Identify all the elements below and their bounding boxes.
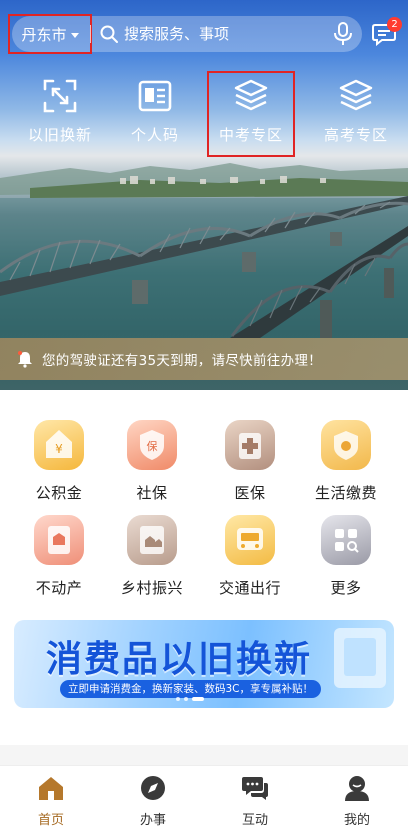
carousel-dot-active [192,697,204,701]
tab-profile[interactable]: 我的 [306,774,408,828]
highlight-box [207,71,295,157]
rural-revitalization-icon [127,515,177,565]
city-selector[interactable]: 丹东市 [8,14,92,54]
search-input[interactable]: 搜索服务、事项 [124,24,229,44]
housing-fund-icon: ¥ [34,420,84,470]
hero-banner: 丹东市 搜索服务、事项 2 以旧换新 个人码 中考专区 高考专区 [0,0,408,390]
service-social-security[interactable]: 保 社保 [101,420,203,503]
promo-banner[interactable]: 消费品以旧换新 立即申请消费金，换新家装、数码3C，享专属补贴！ [14,620,394,708]
bell-icon [18,351,32,368]
quick-action-label: 高考专区 [323,126,388,144]
quick-action-label: 以旧换新 [27,126,92,144]
banner-title: 消费品以旧换新 [45,639,312,680]
chat-icon [242,777,268,800]
service-label: 生活缴费 [314,484,377,502]
quick-action-label: 个人码 [130,126,179,144]
tab-services[interactable]: 办事 [102,774,204,828]
more-grid-icon [321,515,371,565]
service-medical-insurance[interactable]: 医保 [199,420,301,503]
city-label: 丹东市 [21,25,67,44]
service-label: 更多 [330,579,362,597]
section-gap [0,745,408,765]
service-more[interactable]: 更多 [295,515,397,598]
quick-action-personal-code[interactable]: 个人码 [105,78,205,145]
social-security-icon: 保 [127,420,177,470]
service-label: 不动产 [35,579,83,597]
service-transport[interactable]: 交通出行 [199,515,301,598]
compass-icon [141,776,165,800]
tab-label: 我的 [343,813,370,828]
service-real-estate[interactable]: 不动产 [8,515,110,598]
stack-layers-icon [339,79,373,111]
notice-bar[interactable]: 您的驾驶证还有35天到期，请尽快前往办理！ [0,338,408,380]
bottom-tab-bar: 首页 办事 互动 我的 [0,765,408,831]
medical-insurance-icon [225,420,275,470]
service-label: 社保 [136,484,168,502]
tab-home[interactable]: 首页 [0,774,102,828]
service-label: 公积金 [35,484,83,502]
search-icon [100,25,118,43]
service-bill-payment[interactable]: 生活缴费 [295,420,397,503]
tab-label: 首页 [37,813,64,828]
service-label: 交通出行 [218,579,281,597]
service-label: 医保 [234,484,266,502]
svg-text:保: 保 [147,439,158,453]
service-housing-fund[interactable]: ¥ 公积金 [8,420,110,503]
personal-code-icon [138,80,172,112]
profile-icon [345,776,369,801]
home-icon [39,777,63,800]
transport-icon [225,515,275,565]
quick-action-gaokao[interactable]: 高考专区 [306,78,406,145]
svg-text:¥: ¥ [55,442,63,456]
banner-subtitle: 立即申请消费金，换新家装、数码3C，享专属补贴！ [60,680,322,698]
tab-interaction[interactable]: 互动 [204,774,306,828]
notice-text: 您的驾驶证还有35天到期，请尽快前往办理！ [42,353,322,369]
message-badge: 2 [387,17,402,32]
carousel-dots [176,697,204,701]
carousel-dot [176,697,180,701]
scan-frame-icon [43,79,77,113]
service-label: 乡村振兴 [120,579,183,597]
bill-payment-icon [321,420,371,470]
tab-label: 办事 [139,813,166,828]
carousel-dot [184,697,188,701]
tab-label: 互动 [241,813,268,828]
service-rural-revitalization[interactable]: 乡村振兴 [101,515,203,598]
bridge-scene-image [0,163,408,338]
microphone-icon[interactable] [333,22,353,46]
quick-action-trade-in[interactable]: 以旧换新 [10,78,110,145]
caret-down-icon [70,32,79,38]
search-divider [90,25,91,43]
real-estate-icon [34,515,84,565]
